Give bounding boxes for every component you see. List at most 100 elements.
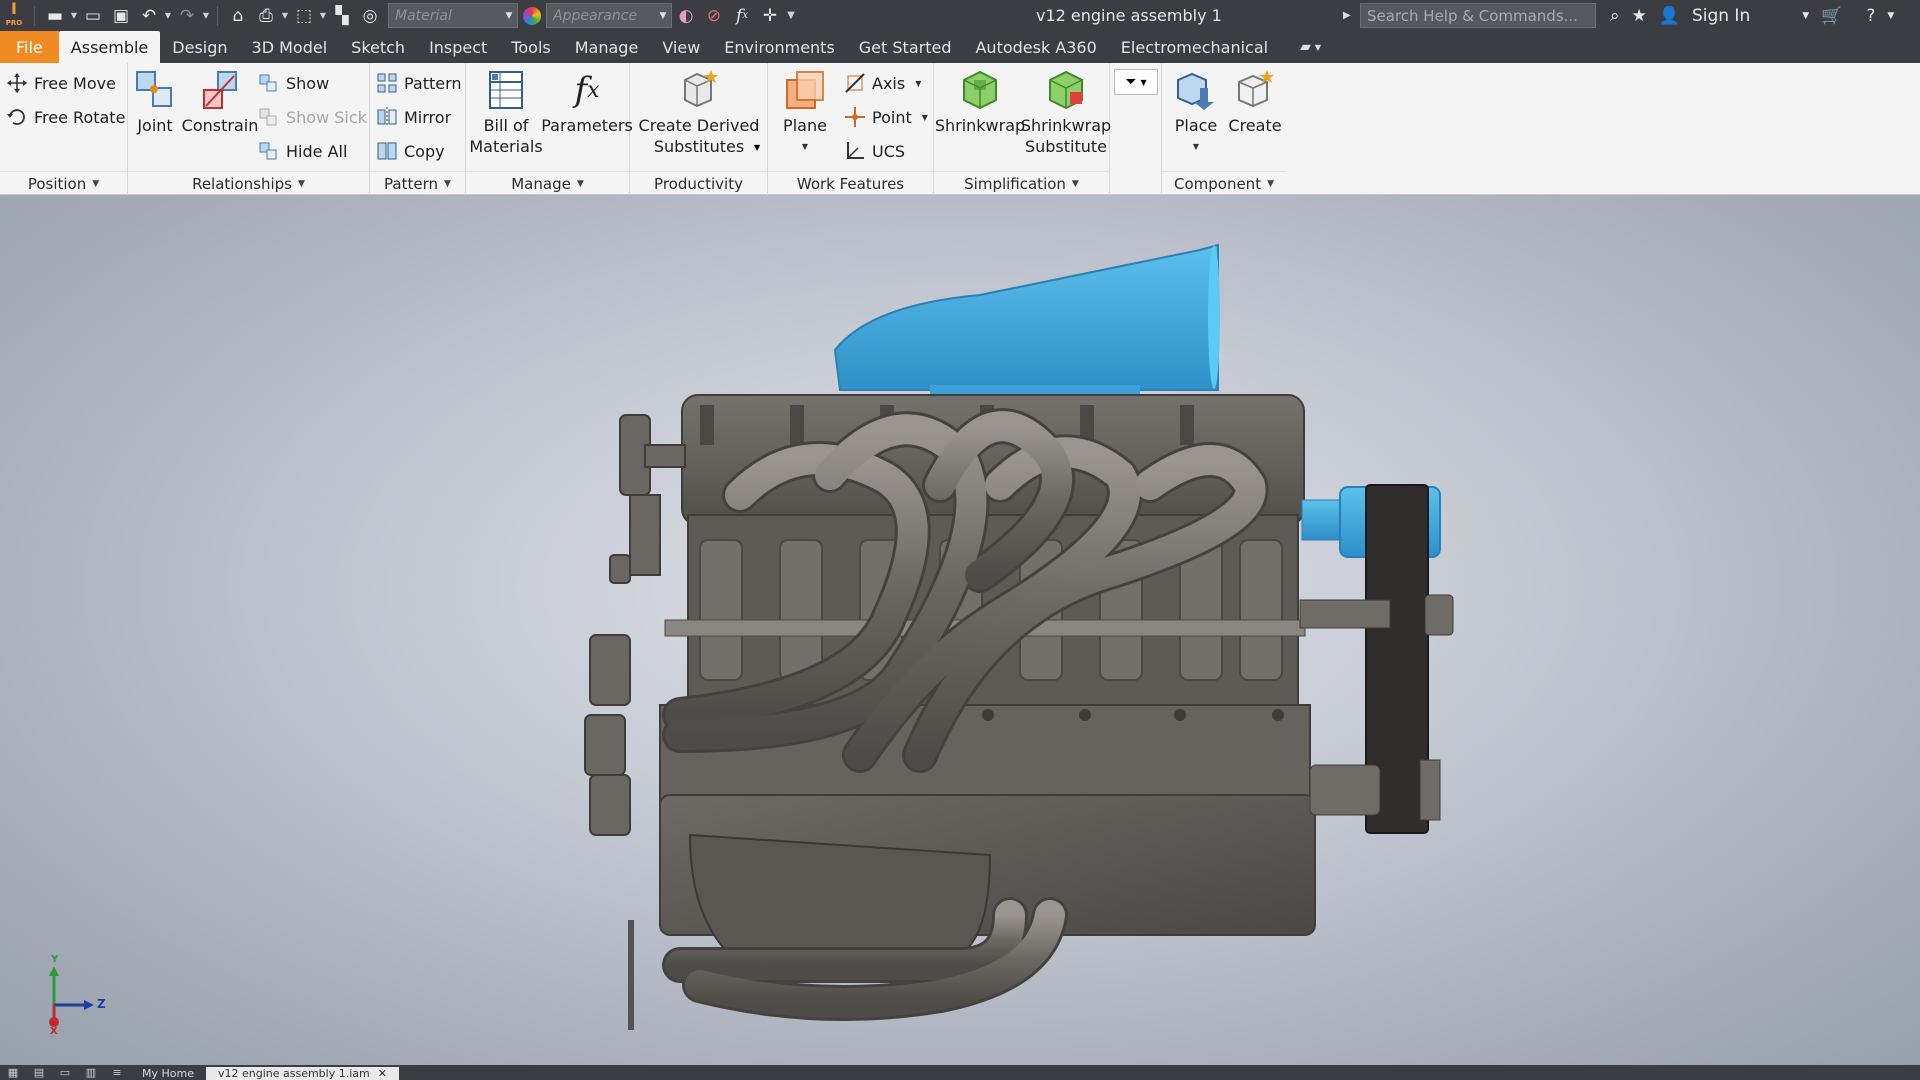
ucs-button[interactable]: UCS — [844, 137, 905, 165]
vertical-tile-icon[interactable]: ▥ — [78, 1065, 104, 1080]
panel-title-work-features[interactable]: Work Features — [768, 171, 933, 195]
select-dropdown-icon[interactable]: ▼ — [318, 0, 328, 31]
open-icon[interactable]: ▭ — [79, 0, 107, 31]
tab-3d-model[interactable]: 3D Model — [240, 31, 340, 63]
tab-electromechanical[interactable]: Electromechanical — [1109, 31, 1280, 63]
app-logo[interactable]: I PRO — [0, 0, 28, 31]
engine-model[interactable] — [0, 195, 1920, 1065]
panel-title-manage[interactable]: Manage ▼ — [466, 171, 629, 195]
shrinkwrap-button[interactable]: Shrinkwrap — [935, 67, 1025, 136]
tab-sketch[interactable]: Sketch — [339, 31, 417, 63]
tab-file[interactable]: File — [0, 31, 59, 63]
panel-title-relationships[interactable]: Relationships ▼ — [128, 171, 369, 195]
triangle-right-icon[interactable]: ▶ — [1343, 0, 1351, 31]
search-input[interactable]: Search Help & Commands... — [1360, 3, 1596, 28]
home-icon[interactable]: ⌂ — [224, 0, 252, 31]
tab-environments[interactable]: Environments — [712, 31, 847, 63]
tab-tools[interactable]: Tools — [499, 31, 562, 63]
material-dropdown[interactable]: Material ▼ — [388, 3, 518, 28]
undo-dropdown-icon[interactable]: ▼ — [163, 0, 173, 31]
binoculars-icon[interactable]: ⌕ — [1604, 0, 1626, 31]
tab-v12-engine-assembly[interactable]: v12 engine assembly 1.iam ✕ — [205, 1067, 399, 1080]
manage-panel: Bill of Materials fx Parameters Manage ▼ — [466, 63, 633, 195]
horizontal-tile-icon[interactable]: ▭ — [52, 1065, 78, 1080]
tab-inspect[interactable]: Inspect — [417, 31, 499, 63]
show-button[interactable]: Show — [258, 69, 329, 97]
customize-qat-icon[interactable]: ▼ — [784, 0, 798, 31]
create-button[interactable]: Create — [1226, 67, 1284, 136]
constrain-button[interactable]: Constrain — [182, 67, 258, 136]
document-title: v12 engine assembly 1 — [1036, 6, 1222, 25]
update-icon[interactable]: ▚ — [328, 0, 356, 31]
tab-design[interactable]: Design — [160, 31, 239, 63]
show-sick-button[interactable]: Show Sick — [258, 103, 367, 131]
appearance-icon — [523, 6, 541, 25]
tile-icon[interactable]: ▦ — [0, 1065, 26, 1080]
appearance-dropdown[interactable]: Appearance ▼ — [546, 3, 672, 28]
hide-all-button[interactable]: Hide All — [258, 137, 347, 165]
filter-panel: ⏷ ▼ — [1110, 63, 1162, 195]
bill-of-materials-button[interactable]: Bill of Materials — [468, 67, 544, 157]
document-tab-bar: ▦ ▤ ▭ ▥ ≡ My Home v12 engine assembly 1.… — [0, 1065, 1920, 1080]
shrinkwrap-substitute-button[interactable]: Shrinkwrap Substitute — [1021, 67, 1111, 157]
mirror-button[interactable]: Mirror — [376, 103, 451, 131]
globe-icon[interactable]: ◎ — [356, 0, 384, 31]
graphics-viewport[interactable]: Y Z X — [0, 195, 1920, 1065]
print-icon[interactable]: ⎙ — [252, 0, 280, 31]
tab-my-home[interactable]: My Home — [130, 1067, 206, 1080]
plane-button[interactable]: Plane ▼ — [770, 67, 840, 157]
tab-manage[interactable]: Manage — [563, 31, 651, 63]
rear-belt-assembly[interactable] — [1299, 484, 1454, 834]
sign-in-dropdown-icon[interactable]: ▼ — [1796, 0, 1815, 31]
camera-icon[interactable]: ▰ ▼ — [1280, 31, 1331, 63]
undo-icon[interactable]: ↶ — [135, 0, 163, 31]
chevron-down-icon: ▼ — [915, 78, 922, 88]
panel-title-component[interactable]: Component ▼ — [1162, 171, 1286, 195]
cascade-icon[interactable]: ▤ — [26, 1065, 52, 1080]
intake-plenum[interactable] — [833, 243, 1220, 400]
work-features-panel: Plane ▼ Axis ▼ Point ▼ UCS Work Features — [768, 63, 934, 195]
panel-title-position[interactable]: Position ▼ — [0, 171, 127, 195]
tab-get-started[interactable]: Get Started — [847, 31, 964, 63]
copy-button[interactable]: Copy — [376, 137, 445, 165]
axis-button[interactable]: Axis ▼ — [844, 69, 921, 97]
user-icon[interactable]: 👤 — [1653, 0, 1686, 31]
adjust-icon[interactable]: ◐ — [672, 0, 700, 31]
new-dropdown-icon[interactable]: ▼ — [69, 0, 79, 31]
function-icon[interactable]: fx — [728, 0, 756, 31]
star-icon[interactable]: ★ — [1626, 0, 1653, 31]
view-triad[interactable]: Y Z X — [40, 954, 110, 1040]
panel-title-simplification[interactable]: Simplification ▼ — [934, 171, 1109, 195]
help-dropdown-icon[interactable]: ▼ — [1881, 0, 1900, 31]
close-icon[interactable]: ✕ — [378, 1067, 387, 1080]
bill-of-materials-icon — [484, 67, 528, 113]
pattern-button[interactable]: Pattern — [376, 69, 462, 97]
clear-appearance-icon[interactable]: ⊘ — [700, 0, 728, 31]
new-icon[interactable]: ▬ — [41, 0, 69, 31]
create-derived-substitutes-button[interactable]: Create Derived Substitutes — [638, 67, 760, 157]
cart-icon[interactable]: 🛒 — [1815, 0, 1848, 31]
panel-title-pattern[interactable]: Pattern ▼ — [370, 171, 465, 195]
chevron-down-icon[interactable]: ▼ — [754, 143, 760, 152]
joint-button[interactable]: Joint — [130, 67, 180, 136]
sign-in-link[interactable]: Sign In — [1686, 0, 1756, 31]
tab-autodesk-a360[interactable]: Autodesk A360 — [963, 31, 1108, 63]
menu-icon[interactable]: ≡ — [104, 1065, 130, 1080]
redo-dropdown-icon[interactable]: ▼ — [201, 0, 211, 31]
point-button[interactable]: Point ▼ — [844, 103, 928, 131]
panel-title-productivity[interactable]: Productivity — [630, 171, 767, 195]
save-icon[interactable]: ▣ — [107, 0, 135, 31]
print-dropdown-icon[interactable]: ▼ — [280, 0, 290, 31]
free-rotate-button[interactable]: Free Rotate — [6, 103, 125, 131]
parameters-button[interactable]: fx Parameters — [541, 67, 633, 136]
help-icon[interactable]: ? — [1860, 0, 1881, 31]
tab-assemble[interactable]: Assemble — [58, 31, 161, 63]
triad-z-label: Z — [97, 997, 106, 1011]
tab-view[interactable]: View — [650, 31, 712, 63]
free-move-button[interactable]: Free Move — [6, 69, 116, 97]
place-button[interactable]: Place ▼ — [1166, 67, 1226, 157]
crosshair-icon[interactable]: ✛ — [756, 0, 784, 31]
filter-dropdown[interactable]: ⏷ ▼ — [1114, 69, 1158, 95]
redo-icon[interactable]: ↷ — [173, 0, 201, 31]
select-icon[interactable]: ⬚ — [290, 0, 318, 31]
